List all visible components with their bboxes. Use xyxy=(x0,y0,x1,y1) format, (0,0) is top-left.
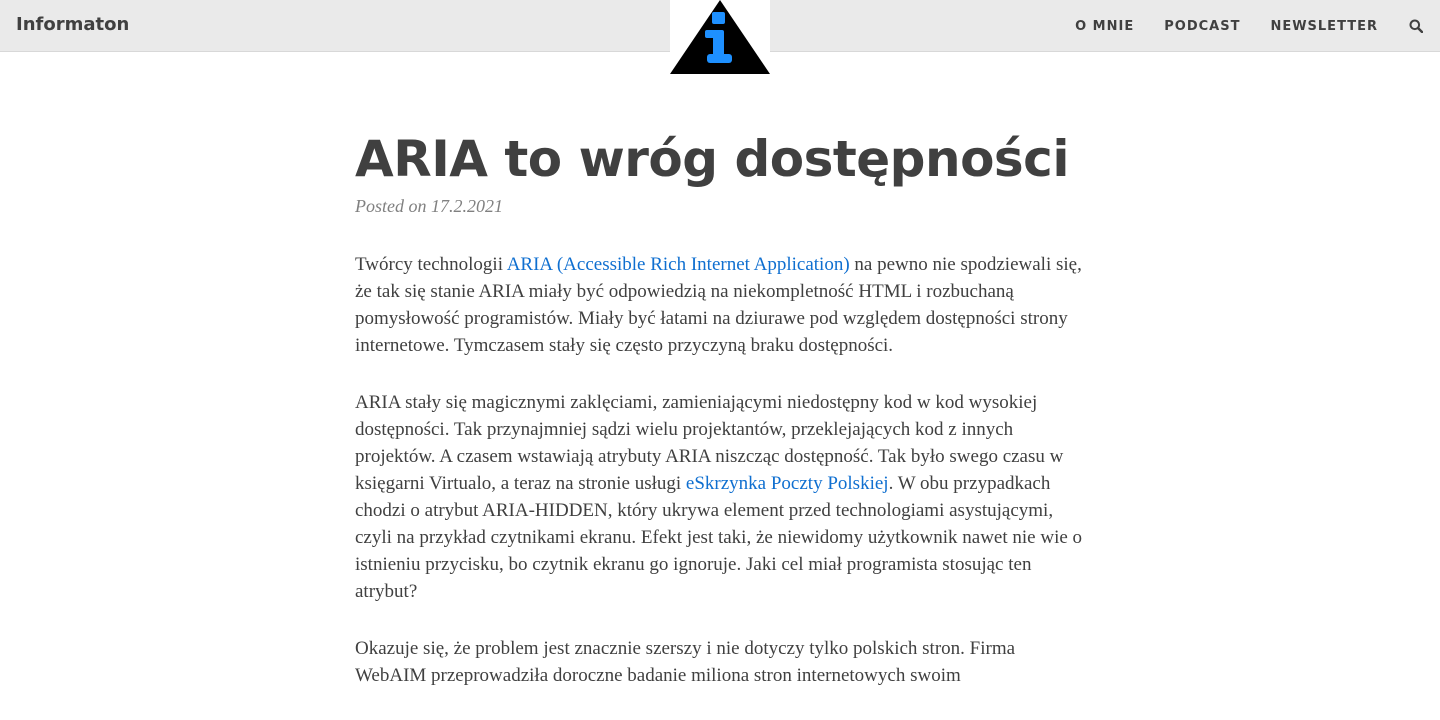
site-logo[interactable] xyxy=(670,0,770,76)
paragraph-text: Twórcy technologii xyxy=(355,254,507,275)
paragraph-1: Twórcy technologii ARIA (Accessible Rich… xyxy=(355,251,1090,359)
post-title: ARIA to wróg dostępności xyxy=(355,130,1069,188)
nav-link-o-mnie[interactable]: O MNIE xyxy=(1075,19,1134,34)
nav-link-newsletter[interactable]: NEWSLETTER xyxy=(1270,19,1378,34)
post-date: Posted on 17.2.2021 xyxy=(355,196,503,216)
aria-link[interactable]: ARIA (Accessible Rich Internet Applicati… xyxy=(507,254,850,275)
nav-link-podcast[interactable]: PODCAST xyxy=(1164,19,1240,34)
paragraph-3: Okazuje się, że problem jest znacznie sz… xyxy=(355,638,1016,686)
search-icon xyxy=(1409,19,1423,33)
nav-links: O MNIE PODCAST NEWSLETTER xyxy=(1075,0,1440,52)
search-button[interactable] xyxy=(1408,18,1424,34)
site-brand-link[interactable]: Informaton xyxy=(16,14,129,35)
post-body: Twórcy technologii ARIA (Accessible Rich… xyxy=(355,251,1090,689)
eskrzynka-link[interactable]: eSkrzynka Poczty Polskiej xyxy=(686,473,889,494)
blog-post: ARIA to wróg dostępności Posted on 17.2.… xyxy=(355,128,1090,719)
info-triangle-logo xyxy=(670,0,770,74)
paragraph-2: ARIA stały się magicznymi zaklęciami, za… xyxy=(355,389,1090,605)
